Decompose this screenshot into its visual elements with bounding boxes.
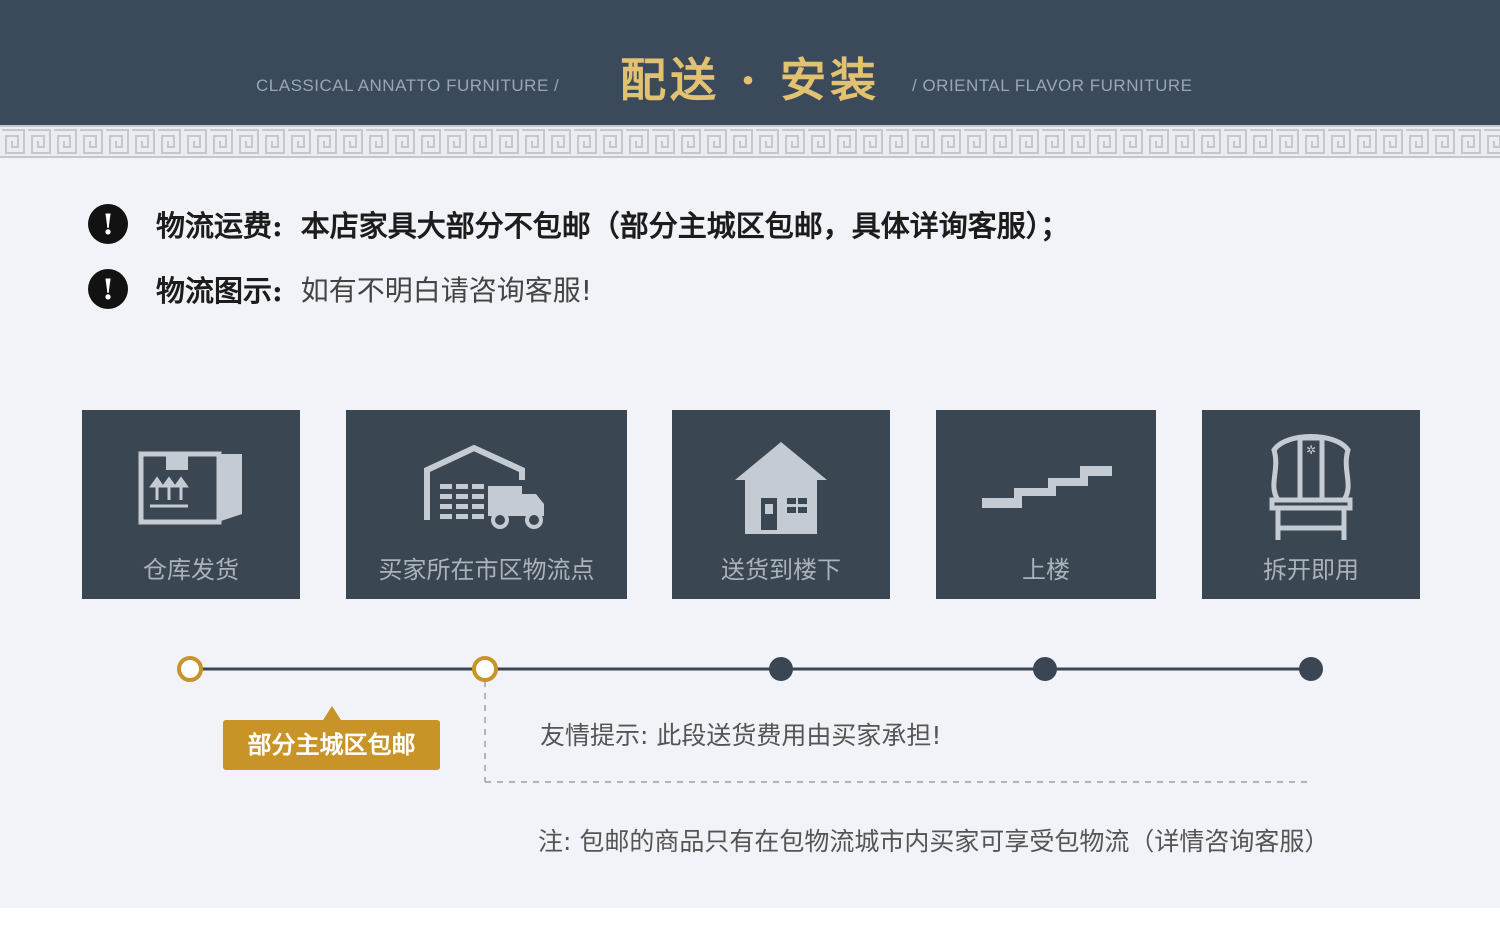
free-shipping-badge: 部分主城区包邮: [223, 706, 440, 770]
friendly-tip: 友情提示: 此段送货费用由买家承担!: [540, 721, 942, 750]
delivery-timeline: [177, 656, 1323, 783]
timeline-node-1: [177, 656, 203, 682]
timeline-node-5: [1299, 657, 1323, 681]
timeline-node-4: [1033, 657, 1057, 681]
timeline-node-3: [769, 657, 793, 681]
timeline-node-2: [472, 656, 498, 682]
footnote: 注: 包邮的商品只有在包物流城市内买家可享受包物流（详情咨询客服）: [538, 827, 1330, 856]
